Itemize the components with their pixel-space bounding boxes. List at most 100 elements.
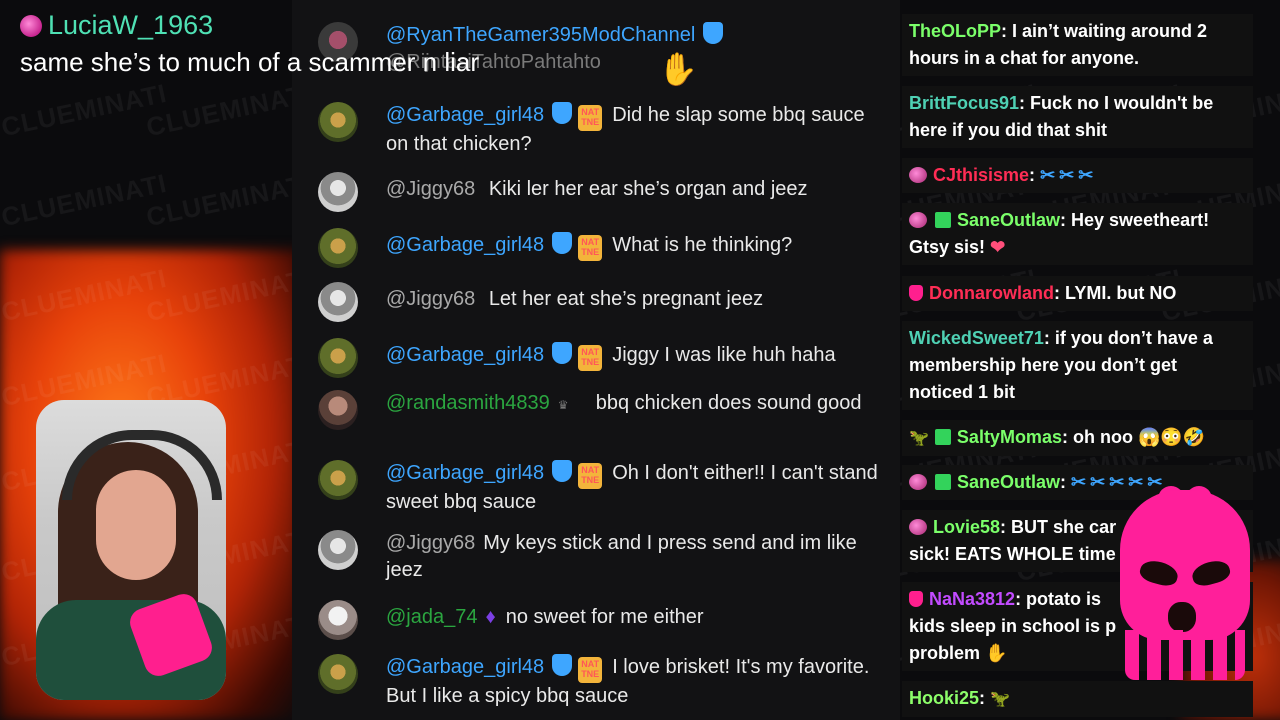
chat-username[interactable]: BrittFocus91 [909, 93, 1019, 113]
chat-username[interactable]: @Jiggy68 [386, 532, 475, 554]
user-avatar[interactable] [318, 600, 358, 640]
member-badge-icon [909, 212, 927, 228]
reaction-emoji-icons: 😱😳🤣 [1137, 427, 1206, 447]
member-badge-icon: NAT TNE [578, 657, 603, 683]
mask-badge-icon [909, 591, 923, 607]
verified-badge-icon [552, 460, 573, 482]
chat-message: Donnarowland: LYMI. but NO [902, 276, 1253, 311]
chat-message: TheOLoPP: I ain’t waiting around 2 hours… [902, 14, 1253, 76]
member-badge-icon [909, 167, 927, 183]
featured-chat-message: LuciaW_1963 same she’s to much of a scam… [20, 10, 479, 78]
chat-message-text: Kiki ler her ear she’s organ and jeez [488, 178, 808, 200]
chat-username[interactable]: @Garbage_girl48 [386, 656, 544, 678]
heart-icon: ❤ [990, 237, 1006, 257]
member-badge-icon [20, 14, 42, 37]
chat-username[interactable]: SaneOutlaw [957, 210, 1060, 230]
youtube-chat-panel: @RyanTheGamer395ModChannel @RijntasiTaht… [292, 0, 900, 720]
chat-message-body: @Jiggy68 Kiki ler her ear she’s organ an… [386, 176, 886, 203]
chat-message-text-line2: kids sleep in school is p [909, 616, 1117, 636]
purple-member-badge-icon: ♦ [485, 606, 496, 628]
member-badge-icon [909, 519, 927, 535]
user-avatar[interactable] [318, 390, 358, 430]
chat-username[interactable]: @Jiggy68 [386, 178, 475, 200]
chat-username[interactable]: CJthisisme [933, 165, 1029, 185]
chat-username[interactable]: WickedSweet71 [909, 328, 1044, 348]
webcam-feed [36, 400, 226, 700]
chat-message-text: What is he thinking? [612, 234, 793, 256]
chat-message-text: : potato is [1015, 589, 1102, 609]
headset-icon [62, 430, 222, 500]
chat-message-body: @Garbage_girl48 NAT TNE I love brisket! It… [386, 654, 886, 710]
member-badge-icon: NAT TNE [578, 463, 603, 489]
hand-emoji-icon: ✋ [985, 643, 1008, 663]
chat-username[interactable]: @Garbage_girl48 [386, 462, 544, 484]
chat-username[interactable]: @Garbage_girl48 [386, 104, 544, 126]
mask-badge-icon [909, 285, 923, 301]
verified-badge-icon [552, 102, 573, 124]
chat-username[interactable]: SaltyMomas [957, 427, 1062, 447]
chat-username[interactable]: @Garbage_girl48 [386, 234, 544, 256]
chat-message: WickedSweet71: if you don’t have a membe… [902, 321, 1253, 410]
gift-badge-icon [935, 212, 951, 228]
verified-badge-icon [703, 22, 724, 44]
chat-message-text: : Hey sweetheart! Gtsy sis! [909, 210, 1210, 257]
featured-chat-user: LuciaW_1963 [20, 10, 479, 41]
chat-message-body: @Garbage_girl48 NAT TNE Oh I don't either!… [386, 460, 886, 516]
verified-badge-icon [552, 232, 573, 254]
chat-username[interactable]: Lovie58 [933, 517, 1000, 537]
chat-message-text: Jiggy I was like huh haha [612, 344, 836, 366]
chat-message: SaneOutlaw: Hey sweetheart! Gtsy sis! ❤ [902, 203, 1253, 265]
chat-username[interactable]: @Garbage_girl48 [386, 344, 544, 366]
waving-hand-icon: ✋ [658, 51, 698, 87]
user-avatar[interactable] [318, 228, 358, 268]
chat-message-body: @Garbage_girl48 NAT TNE Jiggy I was like h… [386, 342, 886, 371]
chat-message-body: @randasmith4839 ♛ bbq chicken does sound g… [386, 390, 886, 417]
crown-badge-icon: ♛ [557, 398, 569, 412]
dinosaur-emote-icon: 🦖 [990, 691, 1010, 708]
chat-username[interactable]: SaneOutlaw [957, 472, 1060, 492]
user-avatar[interactable] [318, 654, 358, 694]
chat-message-body: @Jiggy68 My keys stick and I press send a… [386, 530, 886, 584]
featured-username: LuciaW_1963 [48, 10, 214, 40]
chat-message-text-line3: problem [909, 643, 981, 663]
chat-message-body: @Jiggy68 Let her eat she’s pregnant jeez [386, 286, 886, 313]
user-avatar[interactable] [318, 102, 358, 142]
chat-message-text: : [1029, 165, 1036, 185]
chat-message-body: @Garbage_girl48 NAT TNE Did he slap some b… [386, 102, 886, 158]
chat-username[interactable]: Donnarowland [929, 283, 1054, 303]
watermark-text: CLUEMINATI [143, 77, 315, 143]
chat-message-text: : [1060, 472, 1067, 492]
dinosaur-badge-icon: 🦖 [909, 430, 929, 447]
chat-message-body: @jada_74 ♦ no sweet for me either [386, 604, 886, 631]
user-avatar[interactable] [318, 282, 358, 322]
chat-username[interactable]: @Jiggy68 [386, 288, 475, 310]
chat-message-text: : oh noo [1061, 427, 1133, 447]
member-badge-icon: NAT TNE [578, 105, 603, 131]
chat-message-text: : [979, 688, 986, 708]
ski-mask-mascot-icon [1120, 486, 1250, 690]
chat-message-text: : LYMI. but NO [1054, 283, 1177, 303]
chat-username[interactable]: @jada_74 [386, 606, 477, 628]
chat-message-text-line2: sick! EATS WHOLE time [909, 544, 1116, 564]
mask-fringe [1125, 630, 1245, 680]
gift-badge-icon [935, 474, 951, 490]
chat-username[interactable]: Hooki25 [909, 688, 979, 708]
emote-icons: ✂✂✂ [1040, 165, 1098, 185]
chat-username[interactable]: TheOLoPP [909, 21, 1001, 41]
gift-badge-icon [934, 429, 951, 445]
chat-username[interactable]: NaNa3812 [929, 589, 1015, 609]
member-badge-icon: NAT TNE [578, 235, 603, 261]
chat-message-text: no sweet for me either [505, 606, 704, 628]
emote-icons: ✂✂✂✂✂ [1071, 472, 1167, 492]
user-avatar[interactable] [318, 460, 358, 500]
chat-message-text: bbq chicken does sound good [595, 392, 862, 414]
chat-message-body: @Garbage_girl48 NAT TNE What is he thinkin… [386, 232, 886, 261]
chat-username[interactable]: @randasmith4839 [386, 392, 550, 414]
user-avatar[interactable] [318, 338, 358, 378]
chat-message-text: : BUT she car [1000, 517, 1117, 537]
user-avatar[interactable] [318, 530, 358, 570]
chat-message: BrittFocus91: Fuck no I wouldn't be here… [902, 86, 1253, 148]
chat-message: CJthisisme: ✂✂✂ [902, 158, 1253, 193]
verified-badge-icon [552, 654, 573, 676]
user-avatar[interactable] [318, 172, 358, 212]
